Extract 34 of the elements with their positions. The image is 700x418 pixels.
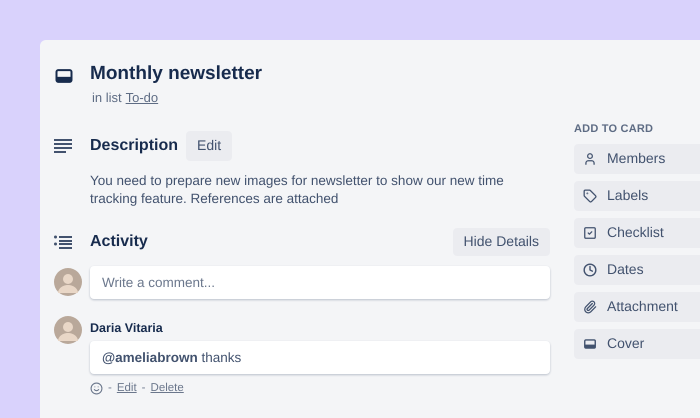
description-heading: Description — [90, 136, 178, 156]
card-title: Monthly newsletter — [90, 62, 262, 86]
add-to-card-button[interactable]: Labels — [574, 180, 700, 210]
person-icon — [583, 152, 597, 166]
avatar — [54, 316, 82, 344]
sidebar-heading: ADD TO CARD — [574, 122, 654, 137]
edit-button[interactable]: Edit — [186, 130, 232, 160]
add-to-card-button[interactable]: Checklist — [574, 218, 700, 248]
activity-icon — [54, 234, 72, 248]
add-to-card-button[interactable]: Cover — [574, 328, 700, 358]
list-link[interactable]: To-do — [126, 88, 158, 108]
emoji-reaction-icon[interactable] — [90, 382, 103, 396]
add-to-card-button[interactable]: Members — [574, 144, 700, 174]
comment-field[interactable]: Write a comment... — [90, 266, 550, 298]
list-prefix: in list — [92, 89, 122, 107]
description-text: You need to prepare new images for newsletter to show our new time tracking feature. References are attached — [90, 172, 505, 208]
paperclip-icon — [583, 300, 597, 314]
add-to-card-button[interactable]: Attachment — [574, 292, 700, 322]
hide-details-button[interactable]: Hide Details — [452, 228, 550, 256]
comment-action-link[interactable]: Edit — [116, 380, 137, 398]
comment-action-link[interactable]: Delete — [150, 380, 184, 398]
cover-icon — [583, 336, 597, 350]
card-icon — [54, 66, 74, 86]
tag-icon — [583, 188, 597, 202]
separator-text: - — [142, 381, 146, 396]
comment-text: @ameliabrown thanks — [102, 348, 242, 367]
add-to-card-button[interactable]: Dates — [574, 254, 700, 284]
checkbox-icon — [583, 226, 597, 240]
separator-text: - — [108, 381, 112, 396]
activity-heading: Activity — [90, 232, 148, 252]
avatar — [54, 268, 82, 296]
description-icon — [54, 138, 72, 154]
clock-icon — [583, 262, 597, 276]
comment-author: Daria Vitaria — [90, 320, 164, 336]
